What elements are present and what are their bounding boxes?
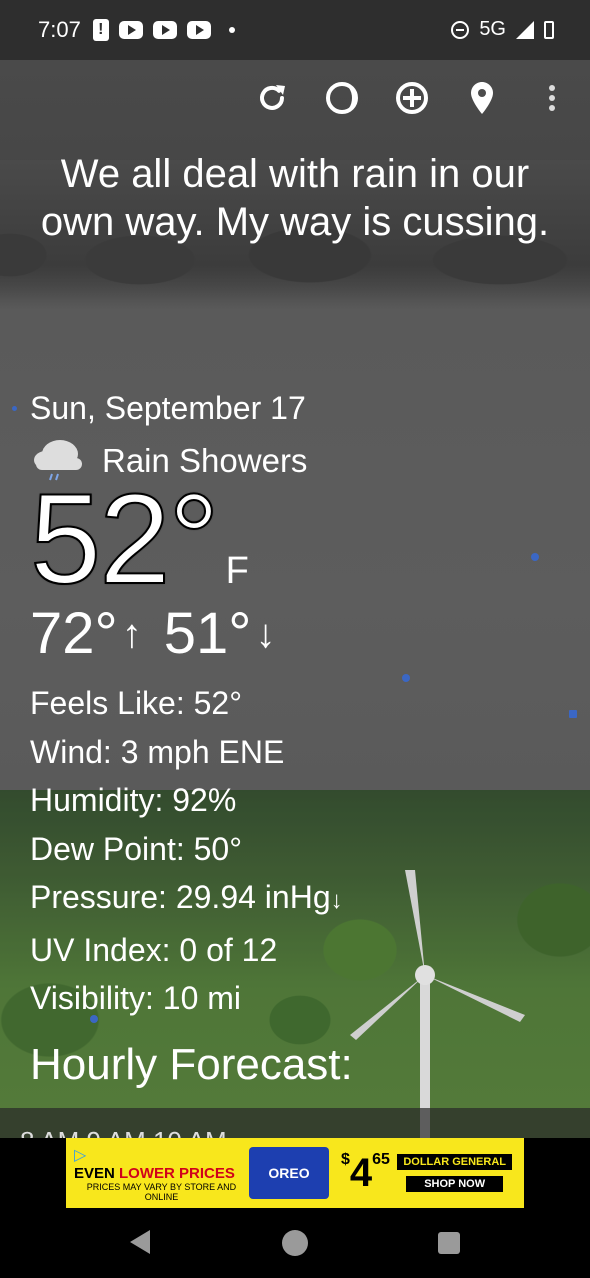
home-icon[interactable] (282, 1230, 308, 1256)
low-temperature: 51° (163, 601, 252, 666)
current-date: Sun, September 17 (30, 390, 306, 426)
recents-icon[interactable] (438, 1232, 460, 1254)
network-type: 5G (479, 18, 506, 40)
details-list: Feels Like: 52° Wind: 3 mph ENE Humidity… (30, 679, 343, 1023)
wind: Wind: 3 mph ENE (30, 733, 285, 770)
status-time: 7:07 (38, 17, 81, 42)
overflow-menu-icon[interactable] (534, 80, 570, 116)
ad-product-image: OREO (249, 1147, 329, 1199)
more-notifications-icon (228, 27, 235, 33)
pressure-row: Pressure: 29.94 inHg↓ (30, 873, 343, 926)
add-location-icon[interactable] (394, 80, 430, 116)
high-temperature: 72° (30, 601, 118, 666)
rain-drop (402, 674, 410, 682)
weather-screen: We all deal with rain in our own way. My… (0, 0, 590, 1138)
pressure: Pressure: 29.94 inHg (30, 879, 331, 915)
youtube-icon (118, 21, 143, 39)
rain-drop (531, 553, 539, 561)
hourly-times: 8 AM 9 AM 10 AM (20, 1126, 227, 1138)
back-icon[interactable] (130, 1230, 150, 1254)
hourly-forecast-strip[interactable]: 8 AM 9 AM 10 AM (0, 1108, 590, 1138)
current-temperature: 52° (29, 468, 221, 611)
rain-drop (569, 710, 577, 718)
down-arrow-icon: ↓ (255, 612, 276, 656)
visibility: Visibility: 10 mi (30, 980, 242, 1016)
ad-fine-print: PRICES MAY VARY BY STORE AND ONLINE (86, 1181, 237, 1202)
humidity: Humidity: 92% (30, 782, 237, 818)
dew-point: Dew Point: 50° (30, 830, 243, 867)
navigation-bar (0, 1208, 590, 1278)
status-bar: 7:07 ! 5G (0, 0, 590, 60)
high-low: 72° ↑ 51° ↓ (30, 601, 343, 667)
up-arrow-icon: ↑ (121, 612, 142, 656)
weather-quote: We all deal with rain in our own way. My… (40, 152, 550, 244)
ad-shop-now-button[interactable]: SHOP NOW (406, 1176, 504, 1192)
ad-banner[interactable]: ▷ EVEN LOWER PRICES PRICES MAY VARY BY S… (66, 1138, 524, 1208)
signal-icon (516, 20, 534, 39)
ad-price: $465 (341, 1150, 390, 1195)
ad-headline: EVEN LOWER PRICES (74, 1164, 235, 1182)
pressure-falling-icon: ↓ (330, 887, 343, 914)
temperature-unit: F (225, 550, 249, 592)
youtube-icon (186, 21, 211, 39)
alert-icon: ! (92, 19, 109, 41)
feels-like: Feels Like: 52° (30, 685, 243, 721)
wind-turbine-illustration (350, 870, 525, 1138)
ad-choices-icon[interactable]: ▷ (74, 1145, 249, 1165)
uv-index: UV Index: 0 of 12 (30, 931, 278, 968)
refresh-icon[interactable] (254, 80, 290, 116)
do-not-disturb-icon (451, 20, 470, 39)
moon-phase-icon[interactable] (324, 80, 360, 116)
battery-icon (544, 20, 554, 39)
ad-brand: DOLLAR GENERAL (397, 1154, 512, 1170)
toolbar (254, 80, 570, 116)
location-pin-icon[interactable] (464, 80, 500, 116)
rain-drop (12, 406, 17, 411)
youtube-icon (152, 21, 177, 39)
hourly-forecast-title: Hourly Forecast: (30, 1040, 353, 1089)
current-conditions: Sun, September 17 Rain Showers 52° F 72°… (29, 388, 343, 1023)
